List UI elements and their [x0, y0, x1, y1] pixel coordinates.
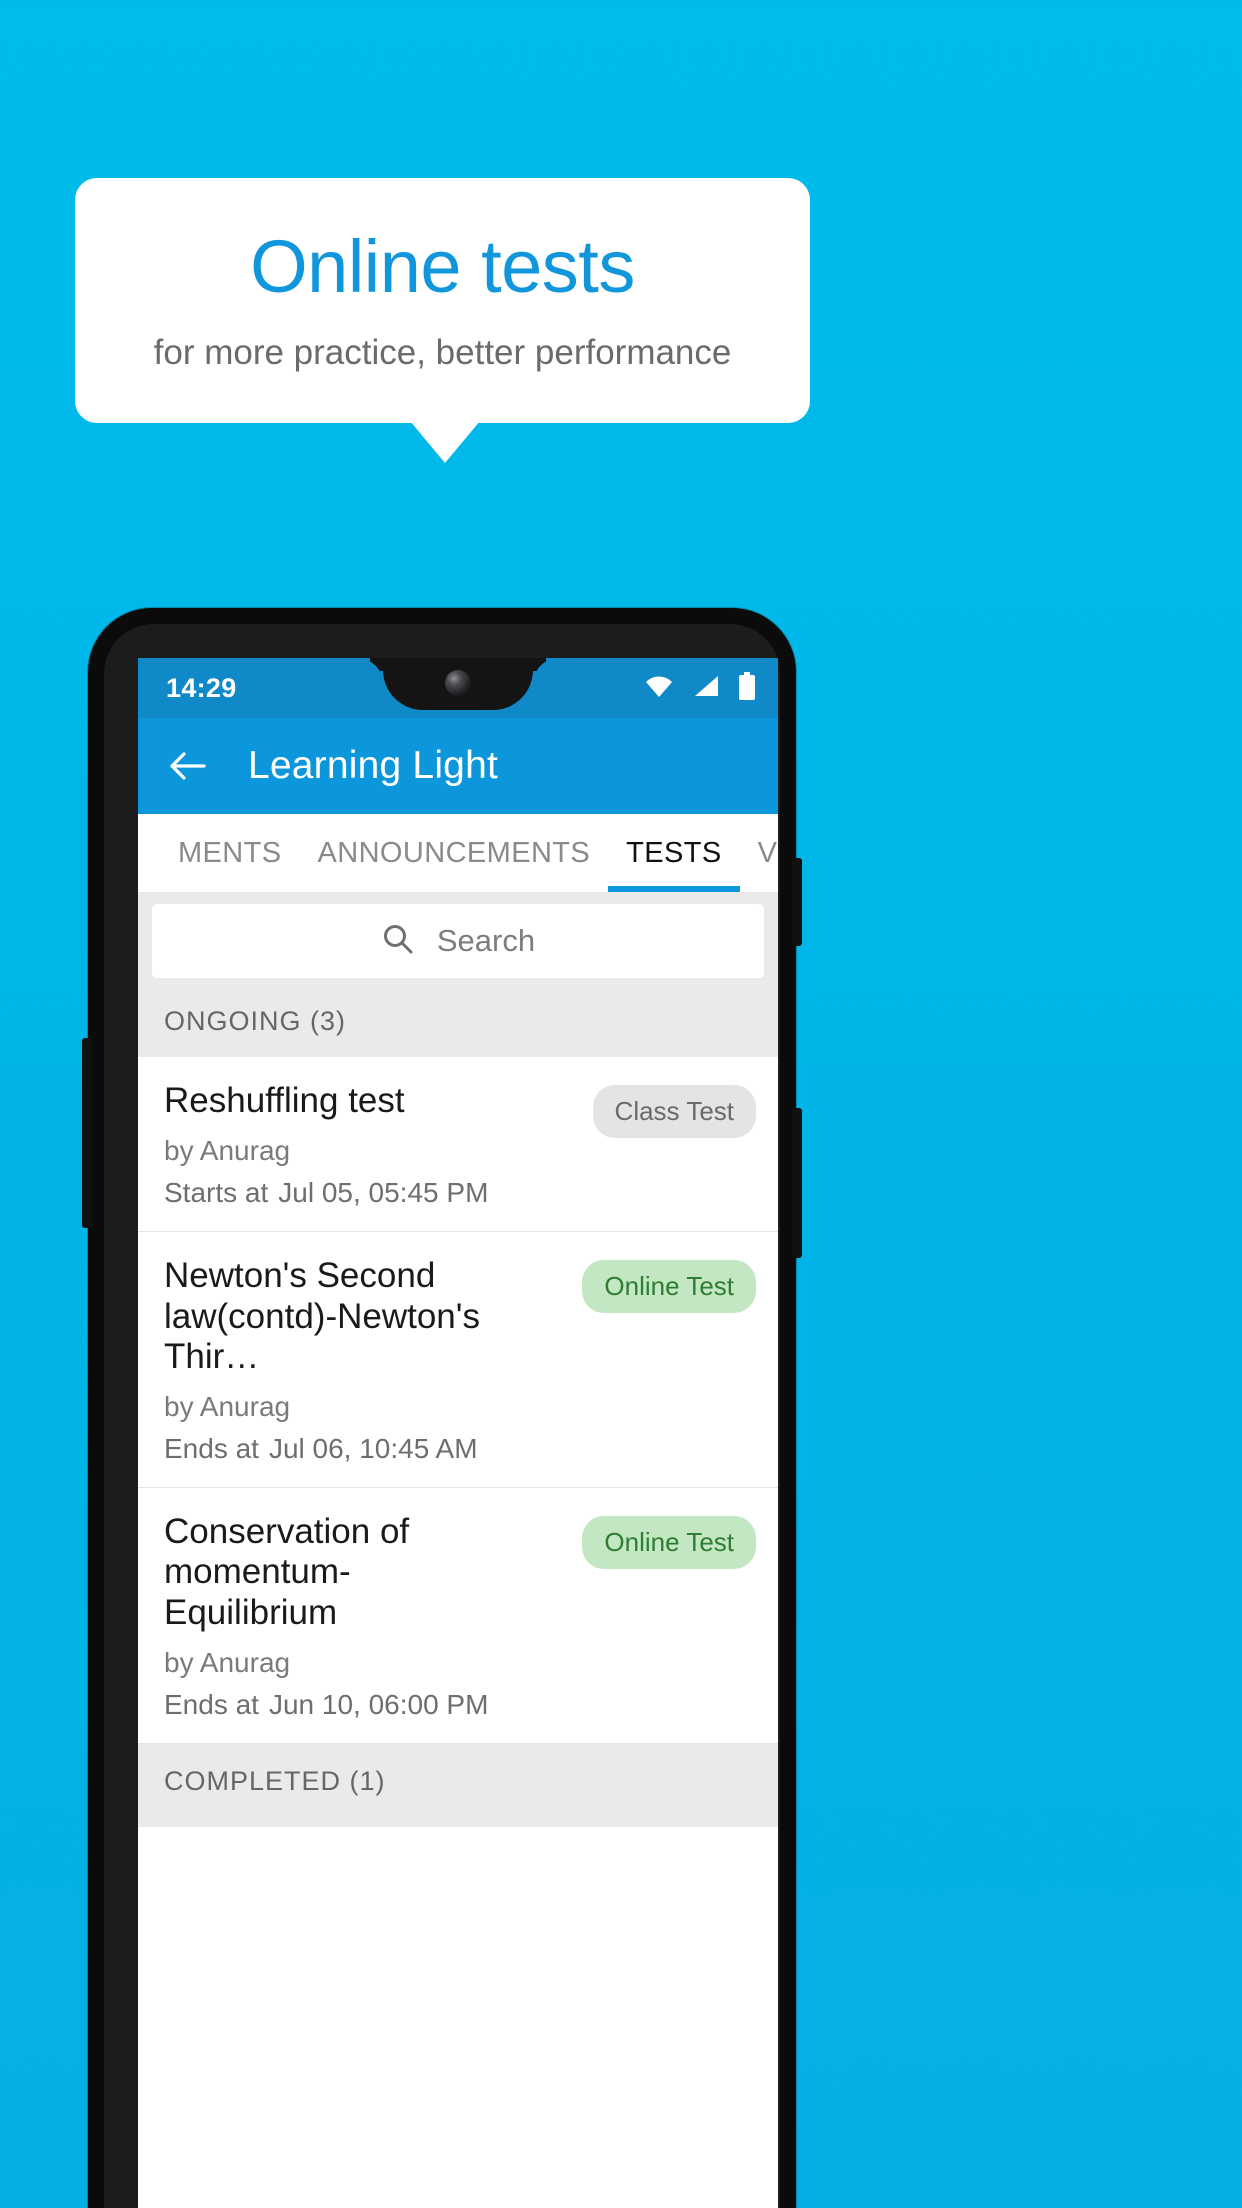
promo-bubble: Online tests for more practice, better p… [75, 178, 810, 423]
table-row[interactable]: Conservation of momentum-Equilibrium by … [138, 1488, 778, 1744]
section-header-completed: COMPLETED (1) [138, 1743, 778, 1827]
tab-announcements[interactable]: ANNOUNCEMENTS [300, 814, 609, 892]
table-row[interactable]: Reshuffling test by Anurag Starts at Jul … [138, 1057, 778, 1233]
tab-label: TESTS [626, 836, 722, 869]
test-schedule-label: Ends at [164, 1433, 259, 1464]
signal-icon [692, 674, 720, 703]
test-title: Reshuffling test [164, 1081, 405, 1120]
section-header-ongoing: ONGOING (3) [138, 992, 778, 1057]
test-schedule: Ends at Jul 06, 10:45 AM [164, 1433, 568, 1465]
tab-label: ANNOUNCEMENTS [317, 836, 591, 869]
test-schedule-value: Jul 05, 05:45 PM [278, 1177, 489, 1209]
test-schedule-label: Starts at [164, 1177, 269, 1209]
table-row[interactable]: Newton's Second law(contd)-Newton's Thir… [138, 1232, 778, 1488]
back-arrow-icon[interactable] [164, 743, 210, 789]
tab-label: MENTS [178, 836, 282, 869]
search-placeholder: Search [436, 923, 536, 958]
test-info: Conservation of momentum-Equilibrium by … [164, 1512, 582, 1721]
status-badge: Online Test [582, 1516, 756, 1569]
status-time: 14:29 [166, 672, 237, 703]
camera-notch [383, 658, 533, 710]
promo-subtitle: for more practice, better performance [153, 333, 732, 373]
promo-title: Online tests [250, 224, 635, 308]
status-badge: Online Test [582, 1260, 756, 1314]
search-container: Search [138, 892, 778, 992]
app-bar: Learning Light [138, 718, 778, 814]
app-bar-title: Learning Light [248, 744, 498, 787]
search-icon [381, 922, 415, 961]
tab-tests[interactable]: TESTS [608, 814, 741, 892]
test-schedule-label: Ends at [164, 1688, 259, 1720]
search-input[interactable]: Search [152, 904, 764, 978]
test-schedule: Starts at Jul 05, 05:45 PM [164, 1177, 579, 1209]
test-schedule: Ends at Jun 10, 06:00 PM [164, 1689, 568, 1721]
test-title: Conservation of momentum-Equilibrium [164, 1512, 410, 1632]
status-badge: Class Test [592, 1085, 756, 1138]
phone-mockup: 14:29 Learning Light MENTS ANNOUNCEMENTS… [82, 608, 802, 2208]
test-info: Newton's Second law(contd)-Newton's Thir… [164, 1256, 582, 1465]
tab-bar: MENTS ANNOUNCEMENTS TESTS VIDEOS [138, 814, 778, 892]
test-title: Newton's Second law(contd)-Newton's Thir… [164, 1256, 480, 1376]
wifi-icon [644, 674, 674, 703]
tab-label: VIDEOS [757, 836, 778, 869]
test-info: Reshuffling test by Anurag Starts at Jul … [164, 1081, 593, 1209]
status-bar: 14:29 [138, 658, 778, 718]
promo-bubble-tail [410, 421, 480, 463]
battery-icon [738, 671, 756, 705]
phone-screen: 14:29 Learning Light MENTS ANNOUNCEMENTS… [138, 658, 778, 2208]
tab-assignments[interactable]: MENTS [160, 814, 300, 892]
test-author: by Anurag [164, 1646, 291, 1678]
phone-side-button [792, 1108, 802, 1258]
test-schedule-value: Jul 06, 10:45 AM [268, 1433, 478, 1464]
phone-power-button [792, 858, 802, 946]
test-author: by Anurag [164, 1135, 291, 1167]
test-author: by Anurag [164, 1391, 291, 1422]
phone-volume-button [82, 1038, 92, 1228]
phone-bezel: 14:29 Learning Light MENTS ANNOUNCEMENTS… [104, 624, 780, 2208]
tab-videos[interactable]: VIDEOS [740, 814, 778, 892]
front-camera-icon [445, 670, 471, 696]
status-icon-group [644, 671, 756, 705]
test-schedule-value: Jun 10, 06:00 PM [268, 1688, 489, 1720]
